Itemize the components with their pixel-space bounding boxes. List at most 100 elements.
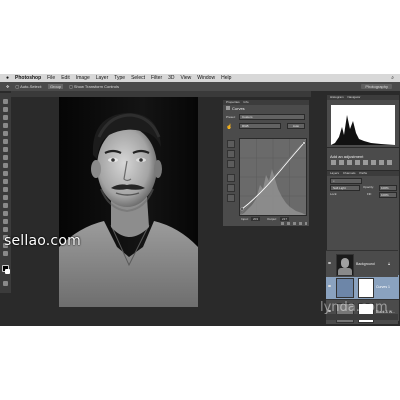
hue-saturation-icon[interactable] (371, 160, 376, 165)
curve-draw-pencil-icon[interactable] (227, 184, 235, 192)
workspace-switcher[interactable]: Photography (361, 84, 392, 89)
layer-filter-dropdown[interactable]: ⌕ (330, 178, 362, 184)
fill-value: 100% (381, 193, 389, 197)
menu-item-layer[interactable]: Layer (96, 75, 109, 81)
curves-title-text: Curves (232, 106, 245, 111)
zoom-tool-icon[interactable] (3, 251, 8, 256)
visibility-icon[interactable] (299, 222, 302, 225)
color-balance-icon[interactable] (379, 160, 384, 165)
layer-name[interactable]: Background (356, 262, 375, 266)
channel-dropdown[interactable]: RGB (239, 123, 281, 129)
curves-title: Curves (226, 106, 245, 111)
tab-layers[interactable]: Layers (330, 171, 339, 175)
levels-icon[interactable] (339, 160, 344, 165)
white-point-eyedropper-icon[interactable] (227, 140, 235, 148)
quick-mask-icon[interactable] (3, 281, 8, 286)
menu-item-type[interactable]: Type (114, 75, 125, 81)
blend-mode-dropdown[interactable]: Soft Light (330, 185, 360, 191)
curves-graph[interactable] (239, 138, 307, 216)
curve-smooth-icon[interactable] (227, 194, 235, 202)
transform-controls-checkbox[interactable]: ▢ (69, 84, 73, 89)
eyedropper-tool-icon[interactable] (3, 139, 8, 144)
output-value[interactable]: 217 (280, 217, 290, 221)
blur-tool-icon[interactable] (3, 195, 8, 200)
black-white-icon[interactable] (387, 160, 392, 165)
blend-mode-value: Soft Light (333, 186, 346, 190)
trash-icon[interactable] (305, 222, 307, 225)
layer-name[interactable]: Curves 1 (376, 285, 390, 289)
move-tool-icon[interactable]: ✥ (6, 84, 9, 89)
menu-item-file[interactable]: File (47, 75, 55, 81)
lock-icon: 🔒︎ (388, 261, 391, 266)
path-selection-tool-icon[interactable] (3, 227, 8, 232)
menu-item-select[interactable]: Select (131, 75, 145, 81)
auto-select-dropdown[interactable]: Group (47, 84, 64, 89)
lasso-tool-icon[interactable] (3, 115, 8, 120)
histogram-panel-tabs: Histogram Navigator (327, 95, 399, 100)
gradient-tool-icon[interactable] (3, 187, 8, 192)
gray-point-eyedropper-icon[interactable] (227, 150, 235, 158)
clone-stamp-tool-icon[interactable] (3, 163, 8, 168)
menu-app-name[interactable]: Photoshop (15, 75, 41, 81)
fill-field[interactable]: 100% (379, 192, 397, 198)
tab-properties[interactable]: Properties (226, 100, 240, 104)
clip-to-layer-icon[interactable] (281, 222, 284, 225)
histogram-backdrop (240, 169, 306, 215)
menu-item-image[interactable]: Image (76, 75, 90, 81)
menu-item-view[interactable]: View (181, 75, 192, 81)
view-previous-icon[interactable] (287, 222, 290, 225)
tab-channels[interactable]: Channels (343, 171, 356, 175)
quick-select-tool-icon[interactable] (3, 123, 8, 128)
transform-controls-label: Show Transform Controls (73, 84, 119, 89)
spotlight-icon[interactable]: ⌕ (391, 74, 394, 82)
move-tool-icon[interactable] (3, 99, 8, 104)
layer-row-curves[interactable]: Curves 1 (326, 274, 398, 299)
layer-row-background[interactable]: Background 🔒︎ (326, 250, 398, 277)
eye-icon[interactable] (328, 262, 331, 264)
curves-icon[interactable] (347, 160, 352, 165)
menu-item-edit[interactable]: Edit (61, 75, 70, 81)
menu-item-help[interactable]: Help (221, 75, 231, 81)
background-color-swatch[interactable] (5, 269, 10, 274)
brush-tool-icon[interactable] (3, 155, 8, 160)
auto-button[interactable]: Auto (287, 123, 305, 129)
photoshop-window: ● Photoshop File Edit Image Layer Type S… (0, 74, 400, 326)
menu-item-3d[interactable]: 3D (168, 75, 174, 81)
apple-icon[interactable]: ● (6, 75, 9, 81)
exposure-icon[interactable] (355, 160, 360, 165)
tab-info[interactable]: Info (244, 100, 249, 104)
eraser-tool-icon[interactable] (3, 179, 8, 184)
target-adjust-icon[interactable]: ☝ (226, 124, 232, 130)
input-value[interactable]: 203 (251, 217, 261, 221)
healing-brush-tool-icon[interactable] (3, 147, 8, 152)
pen-tool-icon[interactable] (3, 211, 8, 216)
crop-tool-icon[interactable] (3, 131, 8, 136)
brand-watermark: lynda.com (320, 300, 388, 315)
history-brush-tool-icon[interactable] (3, 171, 8, 176)
input-label: Input: (241, 217, 249, 221)
reset-icon[interactable] (293, 222, 296, 225)
brightness-contrast-icon[interactable] (331, 160, 336, 165)
vibrance-icon[interactable] (363, 160, 368, 165)
menu-item-filter[interactable]: Filter (151, 75, 162, 81)
eye-icon[interactable] (328, 285, 331, 287)
auto-select-checkbox[interactable]: ▢ (15, 84, 19, 89)
marquee-tool-icon[interactable] (3, 107, 8, 112)
opacity-field[interactable]: 100% (379, 185, 397, 191)
document-canvas[interactable] (59, 97, 198, 307)
type-tool-icon[interactable] (3, 219, 8, 224)
tab-histogram[interactable]: Histogram (330, 95, 344, 99)
layer-mask-thumbnail[interactable] (358, 278, 374, 298)
tab-paths[interactable]: Paths (359, 171, 367, 175)
black-point-eyedropper-icon[interactable] (227, 160, 235, 168)
tab-navigator[interactable]: Navigator (348, 95, 361, 99)
tools-panel (0, 93, 11, 293)
menu-item-window[interactable]: Window (197, 75, 215, 81)
adjustment-thumbnail (336, 278, 354, 298)
site-watermark: sellao.com (4, 233, 81, 249)
curve-edit-points-icon[interactable] (227, 174, 235, 182)
preset-dropdown[interactable]: Custom (239, 114, 305, 120)
properties-panel-tabs: Properties Info (223, 100, 309, 105)
curves-icon (226, 106, 230, 110)
dodge-tool-icon[interactable] (3, 203, 8, 208)
